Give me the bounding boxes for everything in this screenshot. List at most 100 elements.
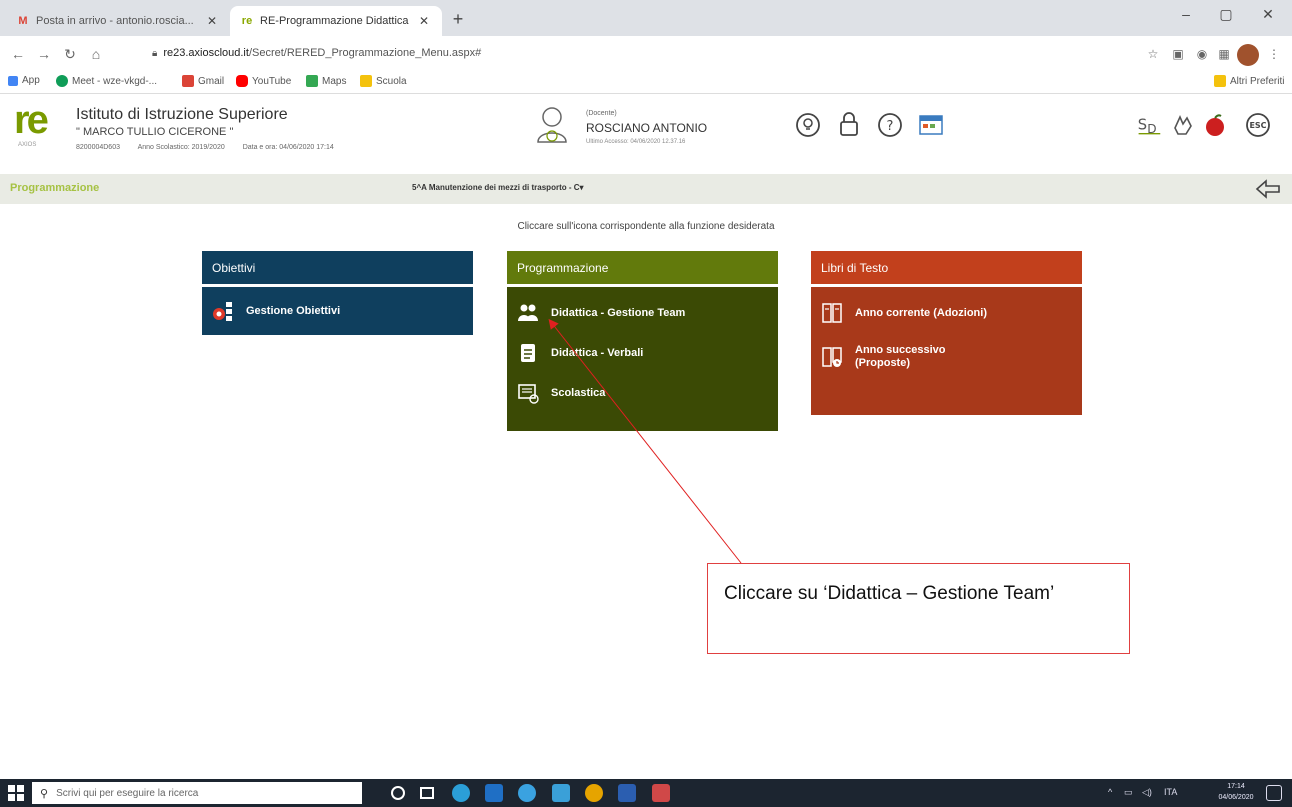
tab-programmazione[interactable]: re RE-Programmazione Didattica ✕ bbox=[230, 6, 442, 36]
class-selector[interactable]: 5^A Manutenzione dei mezzi di trasporto … bbox=[412, 183, 584, 192]
bookmark-youtube[interactable]: YouTube bbox=[236, 75, 291, 87]
cortana-icon[interactable] bbox=[391, 786, 405, 800]
anno-successivo-button[interactable]: Anno successivo (Proposte) bbox=[821, 333, 1072, 381]
panel-programmazione: Programmazione Didattica - Gestione Team… bbox=[507, 251, 778, 431]
search-placeholder: Scrivi qui per eseguire la ricerca bbox=[56, 787, 199, 799]
menu-icon[interactable]: ⋮ bbox=[1264, 44, 1284, 64]
word-icon[interactable] bbox=[618, 784, 636, 802]
taskbar-search-input[interactable]: ⚲ Scrivi qui per eseguire la ricerca bbox=[32, 782, 362, 804]
bookmark-meet[interactable]: Meet - wze-vkgd-... bbox=[56, 75, 157, 87]
edge-icon[interactable] bbox=[452, 784, 470, 802]
tab-title: RE-Programmazione Didattica bbox=[260, 15, 409, 27]
esc-icon[interactable]: ESC bbox=[1245, 112, 1271, 138]
new-tab-button[interactable]: + bbox=[448, 10, 468, 30]
scolastica-button[interactable]: Scolastica bbox=[517, 373, 768, 413]
panel-obiettivi: Obiettivi Gestione Obiettivi bbox=[202, 251, 473, 335]
institute-code: 8200004D603 bbox=[76, 144, 120, 151]
menu-item-label: Didattica - Verbali bbox=[551, 347, 644, 359]
menu-item-label: Gestione Obiettivi bbox=[246, 305, 341, 317]
didattica-verbali-button[interactable]: Didattica - Verbali bbox=[517, 333, 768, 373]
close-tab-icon[interactable]: ✕ bbox=[416, 14, 432, 28]
bookmark-other[interactable]: Altri Preferiti bbox=[1214, 75, 1284, 87]
app-logo[interactable]: re bbox=[14, 100, 49, 140]
volume-icon[interactable]: ◁) bbox=[1142, 787, 1152, 798]
apps-grid-icon bbox=[8, 75, 18, 86]
clock-time: 17:14 bbox=[1227, 783, 1245, 790]
address-bar[interactable]: 🔒︎ re23.axioscloud.it /Secret/RERED_Prog… bbox=[142, 40, 1202, 66]
user-name: ROSCIANO ANTONIO bbox=[586, 121, 708, 135]
institute-meta: 8200004D603 Anno Scolastico: 2019/2020 D… bbox=[76, 144, 350, 151]
browser-toolbar: ← → ↻ ⌂ 🔒︎ re23.axioscloud.it /Secret/RE… bbox=[0, 36, 1292, 70]
extension-icon[interactable]: ▣ bbox=[1168, 44, 1188, 64]
svg-text:ESC: ESC bbox=[1249, 121, 1266, 130]
apple-icon[interactable] bbox=[1202, 112, 1228, 138]
didattica-gestione-team-button[interactable]: Didattica - Gestione Team bbox=[517, 293, 768, 333]
institute-name: " MARCO TULLIO CICERONE " bbox=[76, 126, 234, 138]
bookmark-star-icon[interactable]: ☆ bbox=[1143, 44, 1163, 64]
help-icon[interactable]: ? bbox=[877, 112, 903, 138]
extension-icon[interactable]: ▦ bbox=[1214, 44, 1234, 64]
lightbulb-icon[interactable] bbox=[795, 112, 821, 138]
instructions-text: Cliccare sull'icona corrispondente alla … bbox=[517, 221, 775, 232]
books-icon bbox=[822, 303, 842, 323]
gmail-icon bbox=[182, 75, 194, 87]
gestione-obiettivi-button[interactable]: Gestione Obiettivi bbox=[212, 291, 463, 331]
windows-start-icon[interactable] bbox=[8, 785, 24, 801]
task-view-icon[interactable] bbox=[420, 787, 434, 799]
tab-gmail[interactable]: M Posta in arrivo - antonio.roscia... ✕ bbox=[6, 6, 230, 36]
ie-icon[interactable] bbox=[518, 784, 536, 802]
language-indicator[interactable]: ITA bbox=[1164, 787, 1177, 797]
user-avatar-icon bbox=[537, 107, 567, 143]
extension-icon[interactable]: ◉ bbox=[1192, 44, 1212, 64]
lock-icon[interactable] bbox=[836, 112, 862, 138]
minimize-button[interactable]: – bbox=[1166, 6, 1206, 28]
meet-icon bbox=[56, 75, 68, 87]
objectives-icon bbox=[213, 302, 232, 321]
document-icon bbox=[521, 344, 535, 362]
back-arrow-icon[interactable] bbox=[1254, 178, 1282, 200]
bookmark-scuola[interactable]: Scuola bbox=[360, 75, 407, 87]
panel-libri-di-testo: Libri di Testo Anno corrente (Adozioni) … bbox=[811, 251, 1082, 415]
panel-title: Programmazione bbox=[507, 251, 778, 284]
bookmark-app[interactable]: App bbox=[8, 75, 40, 86]
search-icon: ⚲ bbox=[40, 787, 49, 800]
menu-item-label: Anno corrente (Adozioni) bbox=[855, 307, 987, 319]
reload-icon[interactable]: ↻ bbox=[60, 44, 80, 64]
sd-icon[interactable]: S D bbox=[1136, 112, 1162, 138]
maps-icon bbox=[306, 75, 318, 87]
network-icon[interactable]: ▭ bbox=[1124, 787, 1133, 798]
menu-item-label: Didattica - Gestione Team bbox=[551, 307, 686, 319]
home-icon[interactable]: ⌂ bbox=[86, 44, 106, 64]
panel-title: Obiettivi bbox=[202, 251, 473, 284]
close-window-button[interactable]: ✕ bbox=[1248, 6, 1288, 28]
outlook-icon[interactable] bbox=[485, 784, 503, 802]
annotation-callout: Cliccare su ‘Didattica – Gestione Team’ bbox=[707, 563, 1130, 654]
anno-corrente-button[interactable]: Anno corrente (Adozioni) bbox=[821, 293, 1072, 333]
bookmark-gmail[interactable]: Gmail bbox=[182, 75, 224, 87]
url-path: /Secret/RERED_Programmazione_Menu.aspx# bbox=[248, 47, 482, 59]
notifications-icon[interactable] bbox=[1266, 785, 1282, 801]
back-icon[interactable]: ← bbox=[8, 44, 28, 64]
taskbar-clock[interactable]: 17:14 04/06/2020 bbox=[1216, 781, 1256, 803]
lock-icon: 🔒︎ bbox=[152, 47, 158, 59]
paint-icon[interactable] bbox=[652, 784, 670, 802]
menu-item-label: Anno successivo (Proposte) bbox=[855, 344, 946, 369]
avatar[interactable] bbox=[1237, 44, 1259, 66]
hand-icon[interactable] bbox=[1170, 112, 1196, 138]
chrome-icon[interactable] bbox=[585, 784, 603, 802]
maximize-button[interactable]: ▢ bbox=[1206, 6, 1246, 28]
windows-taskbar: ⚲ Scrivi qui per eseguire la ricerca ^ ▭… bbox=[0, 779, 1292, 807]
team-icon bbox=[518, 304, 538, 321]
forward-icon[interactable]: → bbox=[34, 44, 54, 64]
close-tab-icon[interactable]: ✕ bbox=[204, 14, 220, 28]
calendar-icon[interactable] bbox=[918, 112, 944, 138]
mail-icon[interactable] bbox=[552, 784, 570, 802]
folder-icon bbox=[360, 75, 372, 87]
tray-chevron-icon[interactable]: ^ bbox=[1108, 787, 1112, 797]
argo-icon: re bbox=[241, 15, 253, 27]
books-clock-icon bbox=[822, 347, 842, 367]
bookmark-maps[interactable]: Maps bbox=[306, 75, 346, 87]
browser-tabstrip: M Posta in arrivo - antonio.roscia... ✕ … bbox=[0, 0, 1292, 36]
youtube-icon bbox=[236, 75, 248, 87]
svg-text:?: ? bbox=[887, 119, 894, 134]
